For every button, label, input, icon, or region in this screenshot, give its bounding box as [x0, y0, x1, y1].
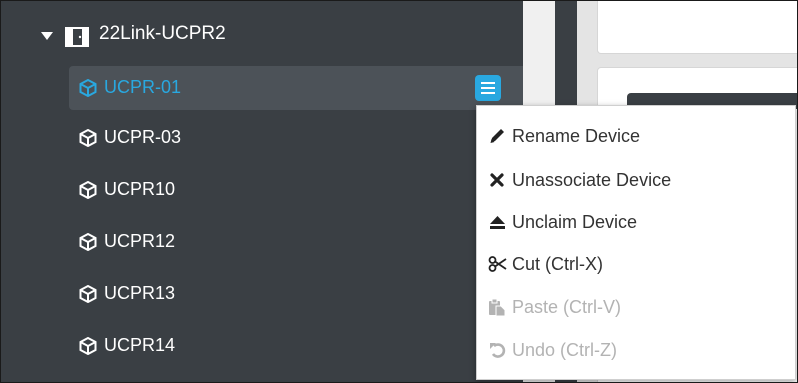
menu-item-label: Paste (Ctrl-V): [512, 296, 622, 317]
menu-item-label: Rename Device: [512, 125, 641, 146]
tree-item-label: UCPR12: [104, 231, 176, 251]
menu-item-rename-device[interactable]: Rename Device: [488, 121, 640, 151]
cube-icon: [79, 129, 97, 147]
pencil-icon: [490, 129, 504, 143]
menu-item-label: Cut (Ctrl-X): [512, 253, 603, 274]
menu-item-label: Undo (Ctrl-Z): [512, 339, 618, 360]
app-frame: 22Link-UCPR2 UCPR-01 UCPR-03 UCPR10 UCPR…: [0, 0, 798, 383]
item-menu-button[interactable]: [475, 75, 501, 101]
menu-item-label: Unclaim Device: [512, 211, 638, 232]
menu-item-unclaim-device[interactable]: Unclaim Device: [488, 207, 637, 237]
scissors-icon: [488, 256, 507, 272]
cube-icon: [79, 285, 97, 303]
menu-item-undo[interactable]: Undo (Ctrl-Z): [488, 335, 617, 365]
x-mark-icon: [490, 173, 504, 187]
cube-icon: [79, 233, 97, 251]
undo-icon: [490, 343, 506, 358]
menu-item-unassociate-device[interactable]: Unassociate Device: [488, 165, 671, 195]
tree-node-parent-label[interactable]: 22Link-UCPR2: [99, 23, 226, 45]
tree-item-label: UCPR-03: [104, 127, 182, 147]
tree-item-ucpr-01[interactable]: UCPR-01: [69, 66, 523, 110]
menu-item-label: Unassociate Device: [512, 169, 672, 190]
tree-item-ucpr12[interactable]: UCPR12: [69, 220, 523, 264]
cube-icon: [79, 79, 97, 97]
tree-item-ucpr13[interactable]: UCPR13: [69, 272, 523, 316]
context-menu: Rename Device Unassociate Device Unclaim…: [476, 105, 796, 380]
cube-icon: [79, 337, 97, 355]
tree-item-label: UCPR-01: [104, 77, 182, 97]
paste-icon: [489, 298, 506, 316]
tree-item-label: UCPR10: [104, 179, 176, 199]
tree-item-label: UCPR13: [104, 283, 176, 303]
eject-icon: [490, 216, 505, 229]
door-icon: [65, 27, 89, 47]
tree-item-label: UCPR14: [104, 335, 176, 355]
tree-item-ucpr-03[interactable]: UCPR-03: [69, 116, 523, 160]
menu-item-paste[interactable]: Paste (Ctrl-V): [488, 292, 621, 322]
menu-item-cut[interactable]: Cut (Ctrl-X): [488, 249, 603, 279]
cube-icon: [79, 181, 97, 199]
expand-caret-icon[interactable]: [41, 32, 53, 40]
tree-item-ucpr10[interactable]: UCPR10: [69, 168, 523, 212]
content-card: [597, 1, 797, 54]
tree-item-ucpr14[interactable]: UCPR14: [69, 324, 523, 368]
device-tree-sidebar: 22Link-UCPR2 UCPR-01 UCPR-03 UCPR10 UCPR…: [1, 1, 523, 382]
